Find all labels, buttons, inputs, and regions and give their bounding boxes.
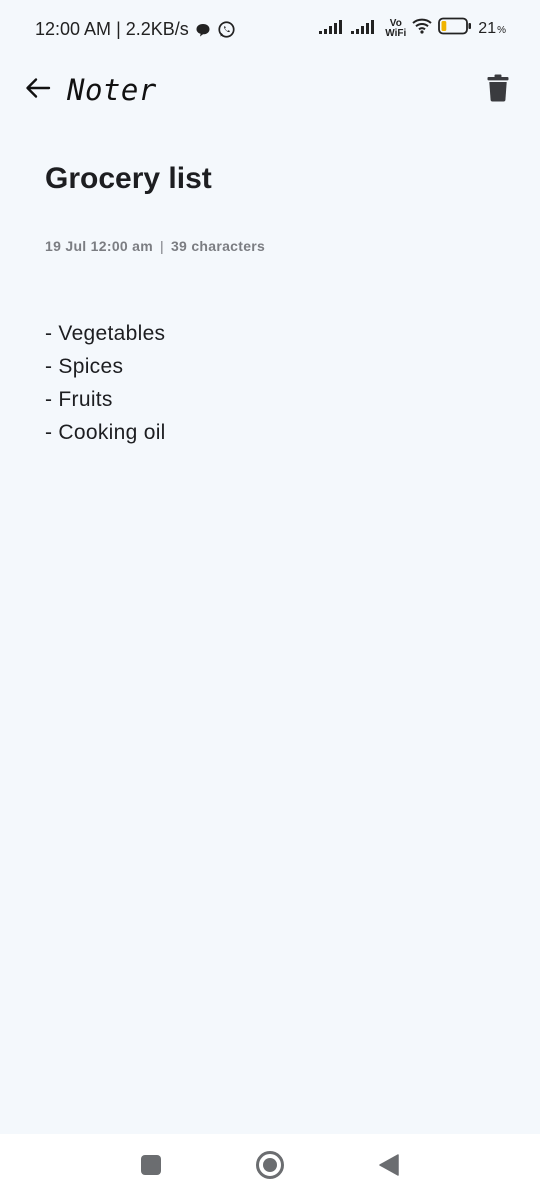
battery-icon [438, 17, 472, 40]
note-date: 19 Jul 12:00 am [45, 238, 154, 254]
signal-bars-icon [319, 18, 345, 39]
chat-bubble-icon [195, 22, 211, 38]
home-button[interactable] [255, 1150, 285, 1185]
recents-button[interactable] [136, 1152, 166, 1182]
back-button[interactable] [22, 74, 54, 106]
note-meta: 19 Jul 12:00 am | 39 characters [45, 238, 265, 254]
app-bar: Noter [0, 60, 540, 120]
note-line: - Spices [45, 355, 124, 378]
system-nav-bar [0, 1134, 540, 1200]
note-line: - Vegetables [45, 322, 166, 345]
note-body[interactable]: - Vegetables - Spices - Fruits - Cooking… [45, 317, 495, 449]
whatsapp-icon [217, 20, 236, 39]
vowifi-bottom: WiFi [385, 27, 407, 39]
note-title[interactable]: Grocery list [45, 162, 212, 196]
wifi-icon [412, 18, 432, 39]
vowifi-top: Vo [389, 17, 402, 29]
square-icon [140, 1154, 162, 1181]
nav-back-button[interactable] [374, 1152, 404, 1182]
battery-percentage: 21 % [478, 20, 506, 38]
note-line: - Fruits [45, 388, 113, 411]
triangle-back-icon [377, 1153, 401, 1182]
status-left: 12:00 AM | 2.2KB/s [35, 19, 236, 40]
status-right: Vo WiFi 21 % [319, 17, 506, 40]
network-speed: 2.2KB/s [125, 19, 189, 39]
battery-level: 21 [478, 19, 497, 37]
status-separator: | [116, 19, 121, 39]
status-time: 12:00 AM [35, 19, 112, 39]
battery-unit: % [497, 24, 506, 36]
trash-icon [487, 74, 509, 107]
arrow-left-icon [25, 77, 51, 104]
meta-separator: | [160, 238, 164, 254]
delete-note-button[interactable] [484, 74, 512, 106]
signal-bars-icon [351, 18, 377, 39]
note-char-count: 39 characters [170, 238, 266, 254]
circle-icon [255, 1150, 285, 1185]
vowifi-indicator: Vo WiFi [385, 17, 407, 39]
app-title: Noter [67, 73, 157, 107]
status-bar: 12:00 AM | 2.2KB/s Vo WiFi 21 % [0, 0, 540, 60]
note-line: - Cooking oil [45, 421, 166, 444]
